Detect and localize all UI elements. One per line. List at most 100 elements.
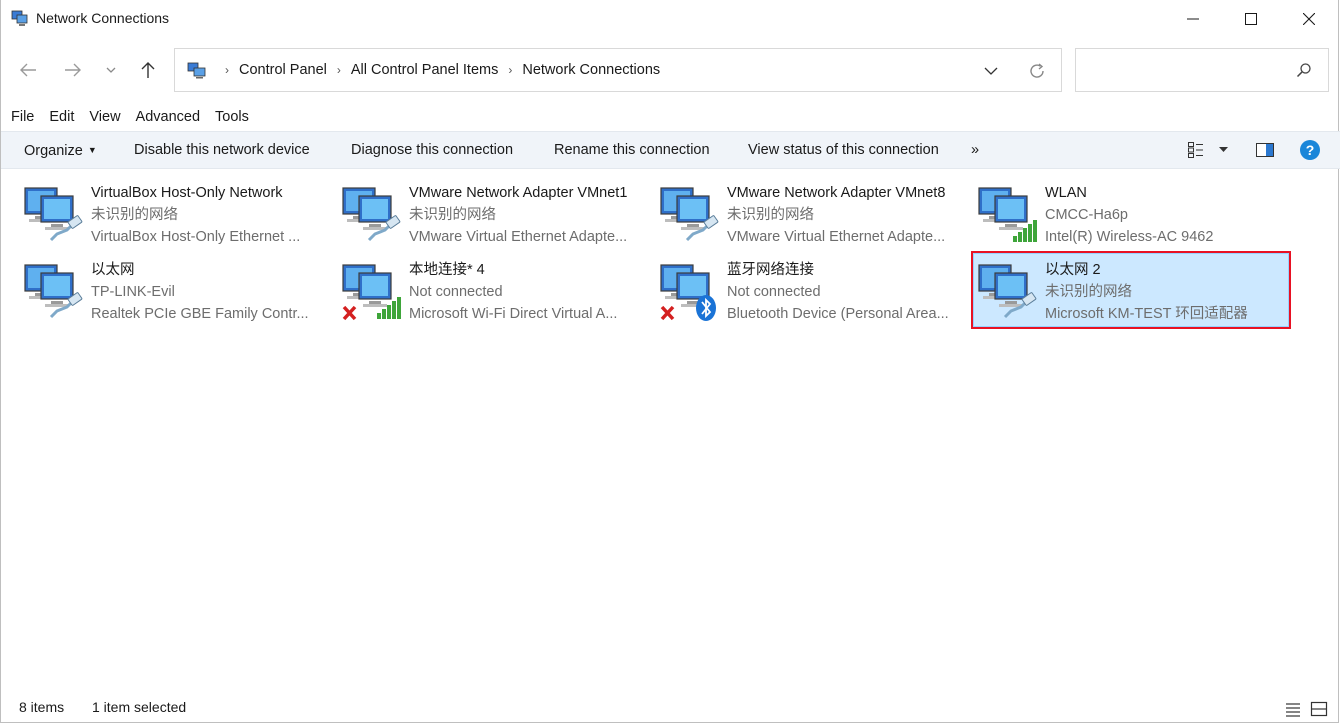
breadcrumb-separator-icon[interactable]: › <box>508 63 512 77</box>
view-status-button[interactable]: View status of this connection <box>748 132 939 168</box>
chevron-down-icon <box>106 67 116 73</box>
connection-virtualbox-host-only[interactable]: VirtualBox Host-Only Network 未识别的网络 Virt… <box>23 176 329 248</box>
organize-button[interactable]: Organize ▼ <box>24 132 97 168</box>
network-connections-window: Network Connections › Control Panel › Al… <box>0 0 1340 723</box>
large-icons-view-icon[interactable] <box>1310 700 1328 718</box>
status-bar: 8 items 1 item selected <box>1 696 1340 722</box>
change-view-button[interactable] <box>1187 139 1205 161</box>
more-commands-button[interactable]: » <box>971 132 979 168</box>
forward-button[interactable] <box>61 58 85 82</box>
connections-list: VirtualBox Host-Only Network 未识别的网络 Virt… <box>1 170 1340 690</box>
bluetooth-adapter-disconnected-icon <box>660 264 716 321</box>
back-button[interactable] <box>16 58 40 82</box>
connection-status: 未识别的网络 <box>727 207 814 223</box>
connection-wlan[interactable]: WLAN CMCC-Ha6p Intel(R) Wireless-AC 9462 <box>977 176 1283 248</box>
wireless-adapter-icon <box>978 187 1037 242</box>
search-icon[interactable] <box>1294 60 1314 80</box>
caret-down-icon <box>1218 147 1228 152</box>
connection-status: Not connected <box>727 284 821 300</box>
connection-name: VirtualBox Host-Only Network <box>91 185 283 201</box>
network-adapter-icon <box>342 187 401 242</box>
connection-ethernet[interactable]: 以太网 TP-LINK-Evil Realtek PCIe GBE Family… <box>23 253 329 325</box>
command-bar: Organize ▼ Disable this network device Di… <box>1 131 1340 169</box>
connection-device: VMware Virtual Ethernet Adapte... <box>727 229 946 245</box>
arrow-up-icon <box>141 62 155 78</box>
preview-pane-button[interactable] <box>1255 139 1275 161</box>
connection-name: VMware Network Adapter VMnet8 <box>727 185 946 201</box>
address-bar[interactable]: › Control Panel › All Control Panel Item… <box>174 48 1062 92</box>
connection-device: Microsoft KM-TEST 环回适配器 <box>1045 306 1248 322</box>
breadcrumb-separator-icon[interactable]: › <box>337 63 341 77</box>
control-panel-icon <box>187 62 206 79</box>
maximize-icon <box>1245 13 1257 25</box>
help-icon: ? <box>1300 140 1320 160</box>
connection-device: Bluetooth Device (Personal Area... <box>727 306 949 322</box>
disable-device-button[interactable]: Disable this network device <box>134 132 310 168</box>
refresh-icon <box>1030 63 1044 78</box>
connection-status: CMCC-Ha6p <box>1045 207 1128 223</box>
connection-name: VMware Network Adapter VMnet1 <box>409 185 628 201</box>
network-adapter-icon <box>24 264 83 319</box>
maximize-button[interactable] <box>1222 0 1280 38</box>
breadcrumb-network-connections[interactable]: Network Connections <box>522 62 660 78</box>
breadcrumb: › Control Panel › All Control Panel Item… <box>187 49 660 91</box>
connection-device: Realtek PCIe GBE Family Contr... <box>91 306 309 322</box>
connection-device: Microsoft Wi-Fi Direct Virtual A... <box>409 306 618 322</box>
minimize-button[interactable] <box>1164 0 1222 38</box>
up-button[interactable] <box>136 58 160 82</box>
caret-down-icon: ▼ <box>87 145 97 155</box>
connection-status: Not connected <box>409 284 503 300</box>
breadcrumb-all-control-panel-items[interactable]: All Control Panel Items <box>351 62 498 78</box>
menu-view[interactable]: View <box>79 106 120 128</box>
menu-advanced[interactable]: Advanced <box>126 106 201 128</box>
refresh-button[interactable] <box>1025 59 1049 83</box>
close-icon <box>1303 13 1315 25</box>
connection-device: VirtualBox Host-Only Ethernet ... <box>91 229 301 245</box>
menu-file[interactable]: File <box>1 106 34 128</box>
network-adapter-icon <box>660 187 719 242</box>
connection-name: WLAN <box>1045 185 1087 201</box>
navigation-bar: › Control Panel › All Control Panel Item… <box>1 46 1340 94</box>
item-count: 8 items <box>19 699 65 715</box>
connection-name: 蓝牙网络连接 <box>727 262 814 278</box>
connection-name: 以太网 2 <box>1045 262 1101 278</box>
diagnose-connection-button[interactable]: Diagnose this connection <box>351 132 513 168</box>
menu-bar: File Edit View Advanced Tools <box>1 106 254 128</box>
view-options-icon <box>1188 142 1203 158</box>
help-button[interactable]: ? <box>1299 139 1321 161</box>
connection-local-4[interactable]: 本地连接* 4 Not connected Microsoft Wi-Fi Di… <box>341 253 647 325</box>
connection-device: VMware Virtual Ethernet Adapte... <box>409 229 628 245</box>
minimize-icon <box>1187 18 1199 20</box>
chevron-down-icon <box>984 67 998 75</box>
menu-tools[interactable]: Tools <box>205 106 249 128</box>
connection-vmware-vmnet8[interactable]: VMware Network Adapter VMnet8 未识别的网络 VMw… <box>659 176 965 248</box>
connection-device: Intel(R) Wireless-AC 9462 <box>1045 229 1214 245</box>
connection-bluetooth[interactable]: 蓝牙网络连接 Not connected Bluetooth Device (P… <box>659 253 965 325</box>
connection-status: 未识别的网络 <box>409 207 496 223</box>
breadcrumb-separator-icon[interactable]: › <box>225 63 229 77</box>
connection-status: 未识别的网络 <box>1045 284 1132 300</box>
details-view-icon[interactable] <box>1284 700 1302 718</box>
rename-connection-button[interactable]: Rename this connection <box>554 132 710 168</box>
search-input[interactable] <box>1084 57 1288 85</box>
breadcrumb-control-panel[interactable]: Control Panel <box>239 62 327 78</box>
organize-label: Organize <box>24 143 83 159</box>
selection-count: 1 item selected <box>92 699 187 715</box>
connection-vmware-vmnet1[interactable]: VMware Network Adapter VMnet1 未识别的网络 VMw… <box>341 176 647 248</box>
recent-locations-button[interactable] <box>99 58 123 82</box>
title-bar[interactable]: Network Connections <box>1 0 1340 38</box>
svg-text:?: ? <box>1306 142 1315 158</box>
search-box[interactable] <box>1075 48 1329 92</box>
connection-ethernet-2[interactable]: 以太网 2 未识别的网络 Microsoft KM-TEST 环回适配器 <box>971 251 1291 329</box>
menu-edit[interactable]: Edit <box>39 106 74 128</box>
window-title: Network Connections <box>36 10 170 26</box>
wireless-adapter-disconnected-icon <box>342 264 401 321</box>
connection-status: TP-LINK-Evil <box>91 284 175 300</box>
connection-status: 未识别的网络 <box>91 207 178 223</box>
address-history-button[interactable] <box>979 59 1003 83</box>
connection-name: 本地连接* 4 <box>409 262 485 278</box>
view-dropdown-button[interactable] <box>1217 139 1229 161</box>
close-button[interactable] <box>1280 0 1338 38</box>
arrow-right-icon <box>65 63 81 77</box>
preview-pane-icon <box>1256 143 1274 157</box>
